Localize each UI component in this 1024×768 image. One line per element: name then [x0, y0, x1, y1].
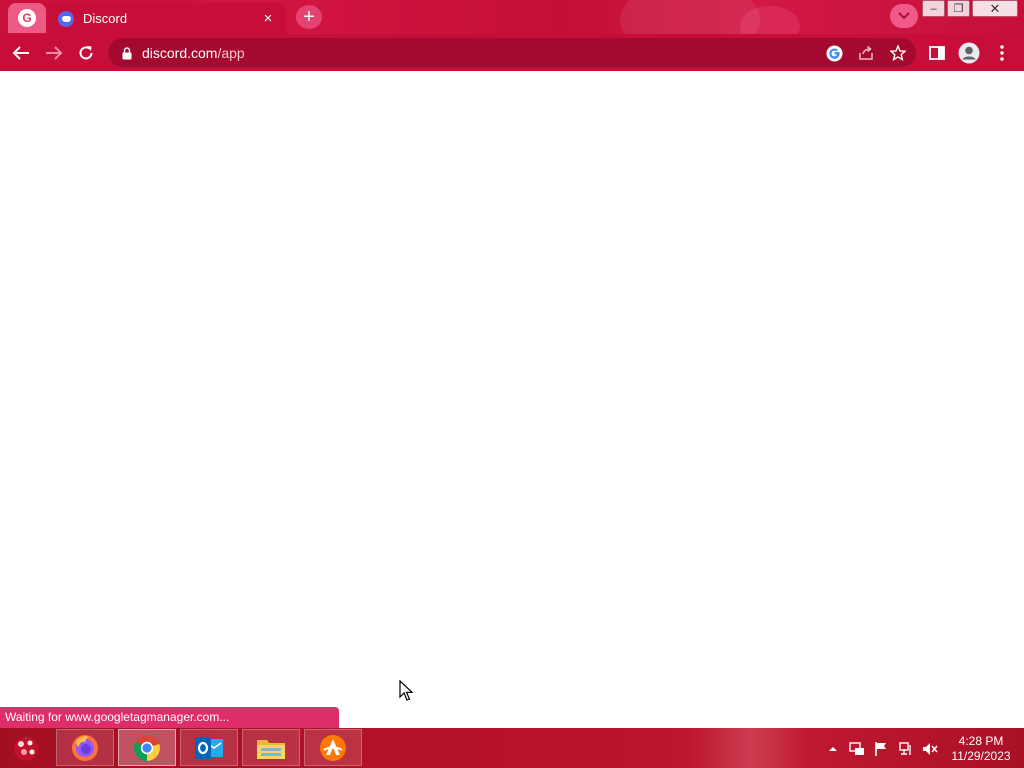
bookmark-star-icon[interactable] [887, 42, 909, 64]
taskbar-chrome[interactable] [118, 729, 176, 766]
volume-muted-icon[interactable] [921, 740, 939, 758]
new-tab-button[interactable]: + [296, 5, 322, 29]
share-icon[interactable] [855, 42, 877, 64]
firefox-icon [72, 734, 98, 761]
discord-favicon-icon [58, 10, 74, 27]
browser-toolbar: discord.com/app [0, 34, 1024, 71]
action-center-flag-icon[interactable] [872, 740, 890, 758]
show-hidden-icons-arrow[interactable] [824, 740, 842, 758]
outlook-icon [195, 736, 223, 759]
folder-icon [257, 739, 285, 759]
start-orb-icon [14, 735, 38, 761]
minimize-button[interactable]: – [922, 0, 945, 17]
taskbar-firefox[interactable] [56, 729, 114, 766]
display-icon[interactable] [897, 740, 915, 758]
tab-discord[interactable]: Discord × [48, 3, 286, 34]
google-g-icon: G [18, 9, 36, 27]
close-window-button[interactable]: ✕ [972, 0, 1018, 17]
forward-arrow-icon[interactable] [43, 42, 65, 64]
status-bubble: Waiting for www.googletagmanager.com... [0, 707, 339, 728]
reload-icon[interactable] [75, 42, 97, 64]
profile-avatar-icon[interactable] [958, 42, 980, 64]
clock-time: 4:28 PM [958, 734, 1004, 748]
taskbar: 4:28 PM 11/29/2023 [0, 728, 1024, 768]
start-button[interactable] [6, 731, 46, 765]
url-host: discord.com [142, 45, 218, 61]
clock-date: 11/29/2023 [951, 749, 1011, 763]
taskbar-clock[interactable]: 4:28 PM 11/29/2023 [946, 734, 1016, 764]
page-viewport[interactable] [0, 71, 1024, 728]
chrome-icon [133, 734, 160, 761]
tab-strip: G Discord × + – ❐ ✕ [0, 0, 1024, 34]
tab-group-chip[interactable]: G [8, 3, 46, 33]
tab-close-icon[interactable]: × [260, 10, 276, 27]
menu-dots-icon[interactable] [991, 42, 1013, 64]
lock-icon[interactable] [116, 42, 138, 64]
google-lens-icon[interactable] [823, 42, 845, 64]
side-panel-icon[interactable] [926, 42, 948, 64]
url-path: /app [217, 45, 245, 61]
taskbar-avast[interactable] [304, 729, 362, 766]
address-bar[interactable]: discord.com/app [108, 38, 916, 67]
tab-search-chevron-icon[interactable] [890, 4, 918, 28]
avast-icon [320, 734, 346, 761]
tab-title: Discord [83, 11, 128, 26]
restore-button[interactable]: ❐ [947, 0, 970, 17]
taskbar-outlook[interactable] [180, 729, 238, 766]
network-icon[interactable] [848, 740, 866, 758]
back-arrow-icon[interactable] [10, 42, 32, 64]
url-text: discord.com/app [142, 45, 245, 61]
mouse-cursor-icon [399, 679, 414, 702]
window-controls: – ❐ ✕ [922, 0, 1018, 17]
taskbar-file-explorer[interactable] [242, 729, 300, 766]
